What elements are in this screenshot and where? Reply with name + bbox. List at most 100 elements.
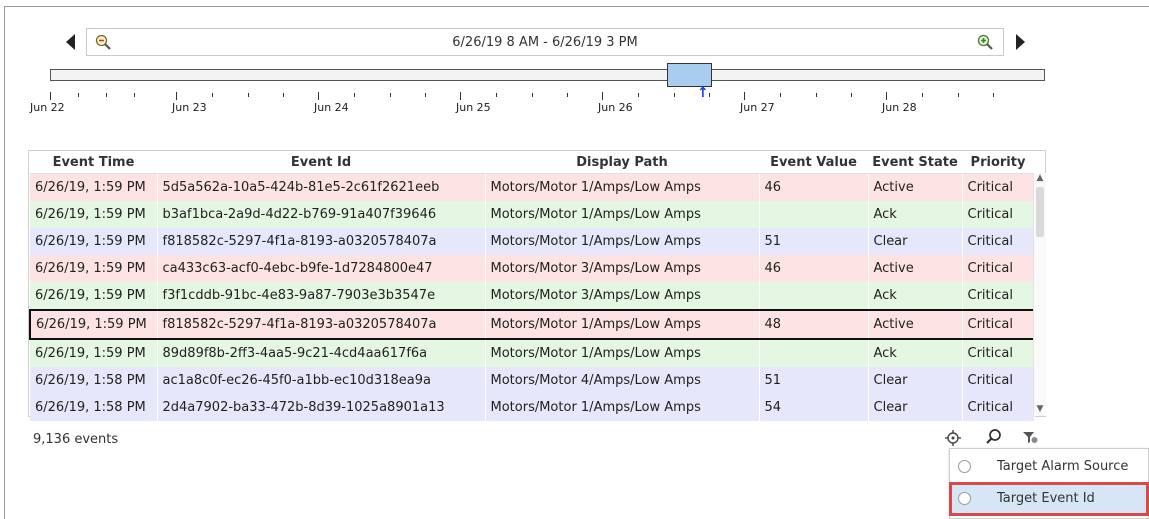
scroll-down-icon[interactable]: ▼ <box>1035 404 1045 416</box>
menu-item-target-event-id[interactable]: Target Event Id <box>949 482 1149 516</box>
radio-icon[interactable] <box>958 492 971 505</box>
table-row[interactable]: 6/26/19, 1:59 PM f3f1cddb-91bc-4e83-9a87-… <box>30 282 1035 310</box>
tick <box>958 93 959 97</box>
tick <box>602 92 603 100</box>
menu-item-target-alarm-source[interactable]: Target Alarm Source <box>950 451 1148 483</box>
cell-event-id: ca433c63-acf0-4ebc-b9fe-1d7284800e47 <box>157 255 486 282</box>
cell-event-state: Active <box>868 309 963 340</box>
tick <box>567 93 568 97</box>
cell-display-path: Motors/Motor 1/Amps/Low Amps <box>485 309 760 340</box>
cell-event-id: 5d5a562a-10a5-424b-81e5-2c61f2621eeb <box>157 173 486 201</box>
target-context-menu: Target Alarm Source Target Event Id <box>949 448 1149 519</box>
column-header-event-time[interactable]: Event Time <box>30 151 157 174</box>
radio-icon[interactable] <box>958 460 971 473</box>
cell-priority: Critical <box>962 255 1035 282</box>
filter-icon[interactable] <box>1021 428 1039 446</box>
column-header-event-id[interactable]: Event Id <box>157 151 485 174</box>
tick <box>993 93 994 97</box>
cell-event-time: 6/26/19, 1:59 PM <box>30 173 158 201</box>
search-icon[interactable] <box>985 428 1003 446</box>
table-row[interactable]: 6/26/19, 1:59 PM ca433c63-acf0-4ebc-b9fe-… <box>30 255 1035 282</box>
cell-event-time: 6/26/19, 1:59 PM <box>29 309 158 340</box>
tick-label: Jun 27 <box>740 101 775 114</box>
tick-label: Jun 28 <box>882 101 917 114</box>
tick <box>709 93 710 97</box>
cell-event-value <box>759 339 869 367</box>
tick <box>816 93 817 97</box>
events-table: Event Time Event Id Display Path Event V… <box>28 150 1046 421</box>
cell-event-value: 51 <box>759 367 869 394</box>
cell-display-path: Motors/Motor 1/Amps/Low Amps <box>485 228 760 255</box>
table-scrollbar[interactable]: ▲ ▼ <box>1033 173 1046 416</box>
tick <box>496 93 497 97</box>
cell-event-state: Ack <box>868 201 963 228</box>
tick <box>425 93 426 97</box>
tick <box>638 93 639 97</box>
table-row[interactable]: 6/26/19, 1:59 PM 5d5a562a-10a5-424b-81e5-… <box>30 173 1035 201</box>
tick-label: Jun 24 <box>314 101 349 114</box>
frame-border-left <box>4 6 5 519</box>
event-count: 9,136 events <box>33 432 119 447</box>
scroll-up-icon[interactable]: ▲ <box>1035 173 1045 185</box>
cell-event-id: 89d89f8b-2ff3-4aa5-9c21-4cd4aa617f6a <box>157 339 486 367</box>
cell-event-time: 6/26/19, 1:59 PM <box>30 201 158 228</box>
target-icon[interactable] <box>944 428 962 446</box>
table-row[interactable]: 6/26/19, 1:58 PM 2d4a7902-ba33-472b-8d39-… <box>30 394 1035 421</box>
tick <box>248 93 249 97</box>
table-row[interactable]: 6/26/19, 1:59 PM f818582c-5297-4f1a-8193-… <box>30 228 1035 255</box>
column-header-event-state[interactable]: Event State <box>868 151 962 174</box>
cell-event-state: Active <box>868 173 963 201</box>
tick-label: Jun 25 <box>456 101 491 114</box>
cell-display-path: Motors/Motor 1/Amps/Low Amps <box>485 339 760 367</box>
cell-display-path: Motors/Motor 1/Amps/Low Amps <box>485 201 760 228</box>
table-row[interactable]: 6/26/19, 1:59 PM f818582c-5297-4f1a-8193-… <box>29 309 1035 340</box>
tick <box>283 93 284 97</box>
current-time-marker: ↑ <box>697 85 709 101</box>
tick <box>922 93 923 97</box>
cell-priority: Critical <box>962 394 1035 421</box>
column-header-event-value[interactable]: Event Value <box>759 151 868 174</box>
timeline-track[interactable] <box>50 69 1045 81</box>
table-header-row: Event Time Event Id Display Path Event V… <box>30 151 1034 174</box>
tick <box>460 92 461 100</box>
tick-label: Jun 22 <box>30 101 65 114</box>
cell-event-value: 46 <box>759 173 869 201</box>
tick <box>50 92 51 100</box>
cell-display-path: Motors/Motor 3/Amps/Low Amps <box>485 282 760 310</box>
cell-event-time: 6/26/19, 1:59 PM <box>30 255 158 282</box>
column-header-display-path[interactable]: Display Path <box>485 151 759 174</box>
tick <box>318 92 319 100</box>
cell-display-path: Motors/Motor 1/Amps/Low Amps <box>485 173 760 201</box>
cell-event-id: f818582c-5297-4f1a-8193-a0320578407a <box>157 228 486 255</box>
tick <box>674 93 675 97</box>
cell-event-state: Ack <box>868 339 963 367</box>
cell-priority: Critical <box>962 367 1035 394</box>
scrollbar-thumb[interactable] <box>1036 187 1044 237</box>
tick-label: Jun 23 <box>172 101 207 114</box>
cell-priority: Critical <box>962 339 1035 367</box>
table-row[interactable]: 6/26/19, 1:59 PM 89d89f8b-2ff3-4aa5-9c21-… <box>30 339 1035 367</box>
zoom-in-icon[interactable] <box>977 34 993 50</box>
tick <box>354 93 355 97</box>
table-row[interactable]: 6/26/19, 1:58 PM ac1a8c0f-ec26-45f0-a1bb-… <box>30 367 1035 394</box>
tick <box>176 92 177 100</box>
cell-event-time: 6/26/19, 1:59 PM <box>30 228 158 255</box>
tick <box>78 93 79 97</box>
tick <box>212 93 213 97</box>
timeline-axis: Jun 22 Jun 23 Jun 24 Jun 25 Jun 26 Jun 2… <box>0 86 1149 116</box>
cell-event-id: b3af1bca-2a9d-4d22-b769-91a407f39646 <box>157 201 486 228</box>
cell-event-id: f818582c-5297-4f1a-8193-a0320578407a <box>157 309 486 340</box>
cell-event-value: 48 <box>759 309 869 340</box>
cell-display-path: Motors/Motor 4/Amps/Low Amps <box>485 367 760 394</box>
table-row[interactable]: 6/26/19, 1:59 PM b3af1bca-2a9d-4d22-b769-… <box>30 201 1035 228</box>
timeline-range-thumb[interactable] <box>667 63 712 87</box>
time-range-label: 6/26/19 8 AM - 6/26/19 3 PM <box>452 35 638 50</box>
cell-priority: Critical <box>962 228 1035 255</box>
cell-priority: Critical <box>962 309 1035 340</box>
column-header-priority[interactable]: Priority <box>962 151 1034 174</box>
time-range-bar: 6/26/19 8 AM - 6/26/19 3 PM <box>86 28 1004 56</box>
cell-event-value: 54 <box>759 394 869 421</box>
prev-arrow-icon[interactable] <box>66 34 75 50</box>
cell-display-path: Motors/Motor 3/Amps/Low Amps <box>485 255 760 282</box>
next-arrow-icon[interactable] <box>1016 34 1025 50</box>
